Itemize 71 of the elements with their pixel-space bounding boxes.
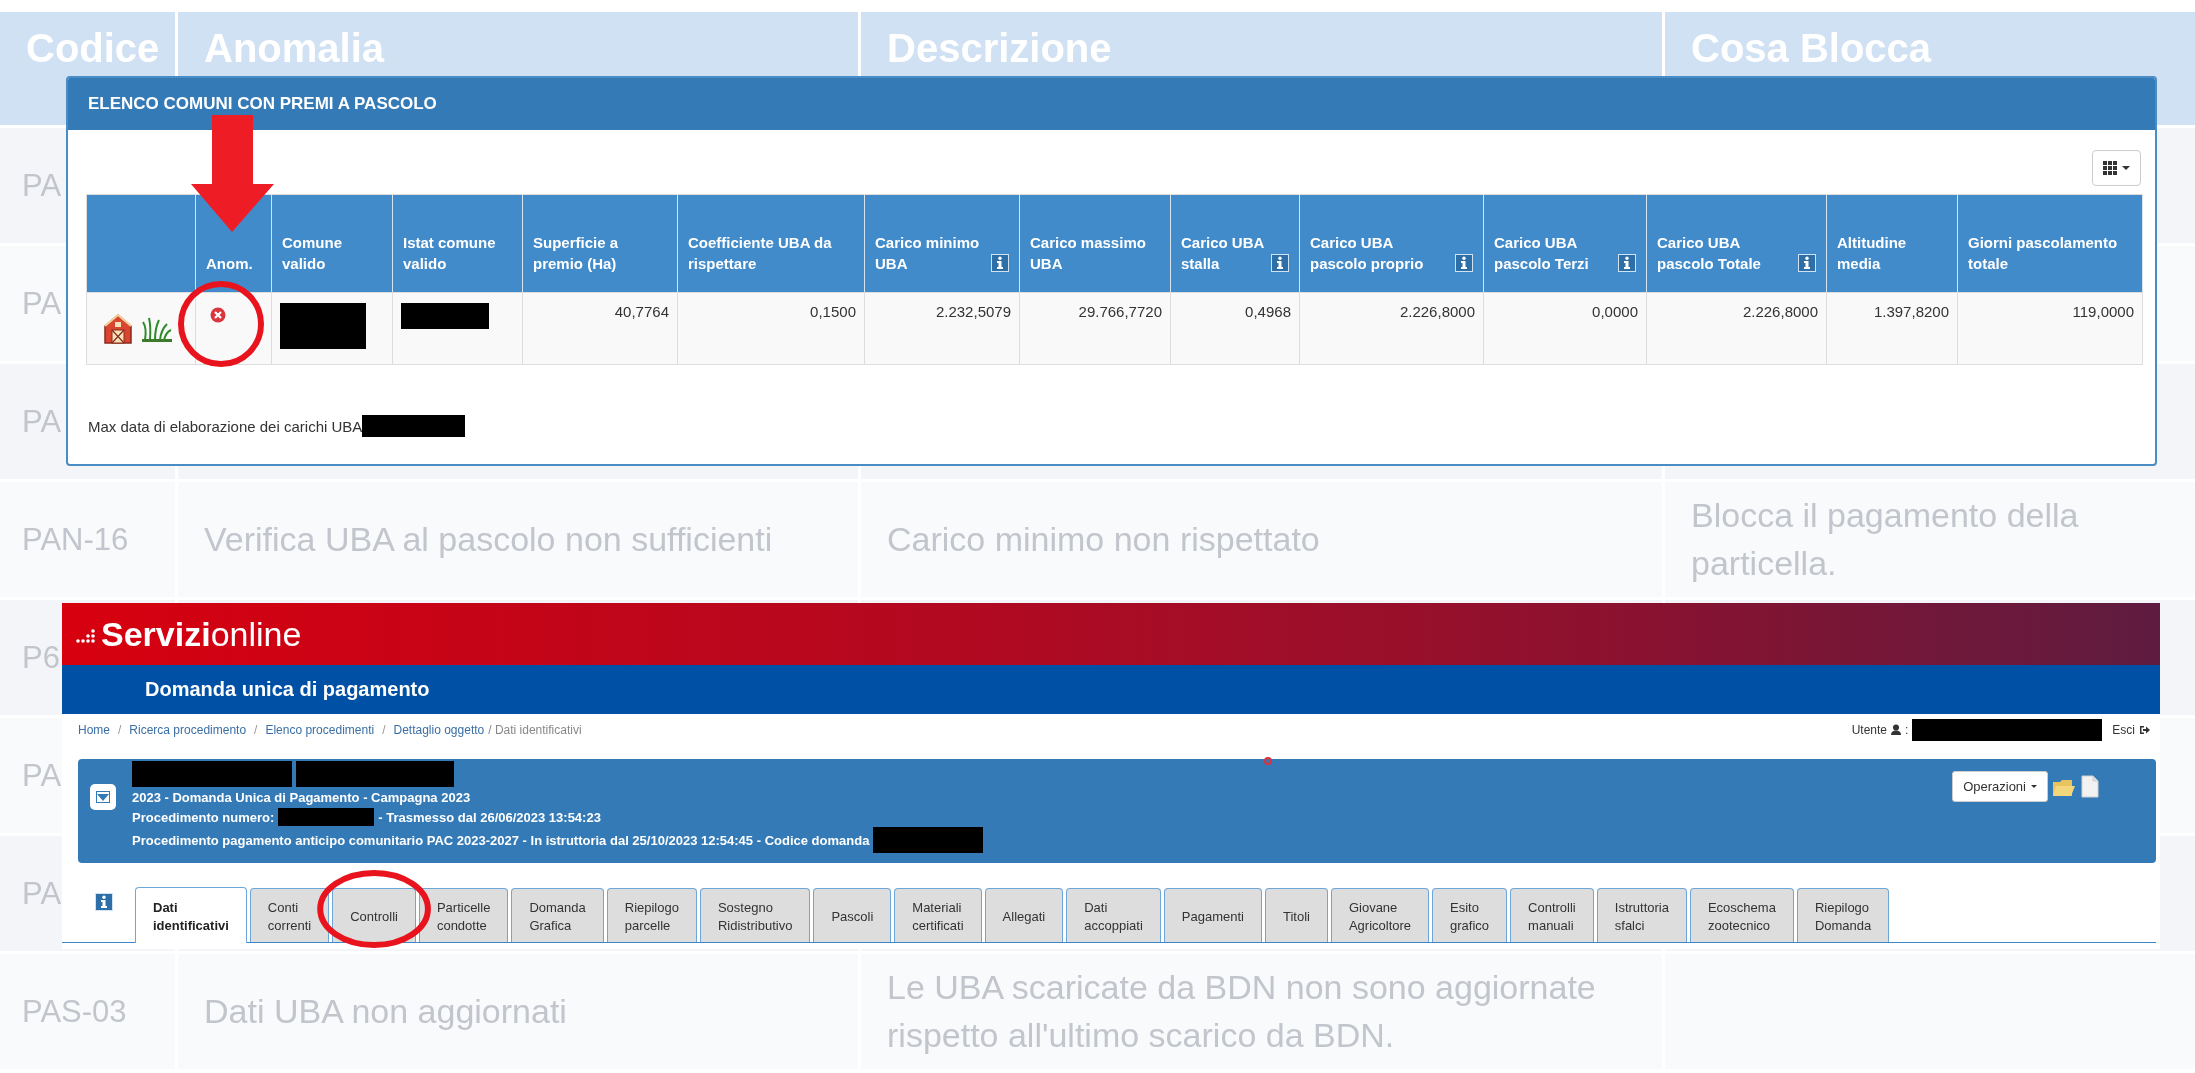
breadcrumb-link[interactable]: Home xyxy=(78,722,110,737)
column-header: Altitudine media xyxy=(1837,233,1908,274)
column-header: Istat comune valido xyxy=(403,233,497,274)
info-icon[interactable] xyxy=(95,893,113,911)
grid-icon xyxy=(2103,161,2117,175)
column-header: Anom. xyxy=(206,254,253,274)
record-info-text: - Trasmesso dal 26/06/2023 13:54:23 xyxy=(378,809,601,825)
tab[interactable]: Riepilogo parcelle xyxy=(606,888,697,942)
columns-toggle-button[interactable] xyxy=(2092,150,2141,186)
tab[interactable]: Domanda Grafica xyxy=(511,888,604,942)
user-separator: : xyxy=(1905,722,1909,737)
column-header: Comune valido xyxy=(282,233,343,274)
tab[interactable]: Controlli manuali xyxy=(1510,888,1594,942)
column-header: Carico massimo UBA xyxy=(1030,233,1147,274)
user-label: Utente xyxy=(1851,722,1887,737)
breadcrumb-link[interactable]: Dettaglio oggetto xyxy=(393,722,485,737)
table-cell: 0,0000 xyxy=(1484,292,1647,364)
collapse-button[interactable] xyxy=(90,784,116,810)
breadcrumb-link[interactable]: Elenco procedimenti xyxy=(265,722,375,737)
info-icon[interactable] xyxy=(991,254,1009,272)
operations-button[interactable]: Operazioni xyxy=(1952,771,2048,802)
tab[interactable]: Controlli xyxy=(332,888,416,942)
column-header: Carico UBA pascolo Terzi xyxy=(1494,233,1590,274)
logout-link[interactable]: Esci xyxy=(2112,722,2135,737)
tab[interactable]: Pascoli xyxy=(813,888,892,942)
info-icon[interactable] xyxy=(1618,254,1636,272)
column-header: Carico UBA stalla xyxy=(1181,233,1265,274)
column-header: Giorni pascolamento totale xyxy=(1968,233,2119,274)
tab[interactable]: Conti correnti xyxy=(249,888,330,942)
table-cell: 29.766,7720 xyxy=(1020,292,1171,364)
barn-icon[interactable] xyxy=(103,312,133,345)
error-icon[interactable] xyxy=(210,307,226,323)
tab[interactable]: Ecoschema zootecnico xyxy=(1689,888,1794,942)
table-cell: 1.397,8200 xyxy=(1827,292,1958,364)
breadcrumb-current: / Dati identificativi xyxy=(488,722,582,737)
column-header: Carico minimo UBA xyxy=(875,233,981,274)
tab[interactable]: Giovane Agricoltore xyxy=(1330,888,1430,942)
caret-icon xyxy=(96,791,110,803)
user-icon xyxy=(1891,724,1901,735)
table-cell: 0,4968 xyxy=(1171,292,1300,364)
info-icon[interactable] xyxy=(1271,254,1289,272)
column-header: Coefficiente UBA da rispettare xyxy=(688,233,833,274)
tab[interactable]: Istruttoria sfalci xyxy=(1596,888,1687,942)
tab[interactable]: Riepilogo Domanda xyxy=(1796,888,1890,942)
tab[interactable]: Materiali certificati xyxy=(894,888,982,942)
breadcrumb-separator: / xyxy=(254,722,258,737)
column-header: Carico UBA pascolo proprio xyxy=(1310,233,1425,274)
tab[interactable]: Esito grafico xyxy=(1432,888,1508,942)
table-cell: 0,1500 xyxy=(678,292,865,364)
tab[interactable]: Titoli xyxy=(1264,888,1328,942)
info-icon[interactable] xyxy=(1455,254,1473,272)
table-cell: 40,7764 xyxy=(523,292,678,364)
tab[interactable]: Dati accoppiati xyxy=(1066,888,1161,942)
tab[interactable]: Pagamenti xyxy=(1163,888,1262,942)
column-header: Carico UBA pascolo Totale xyxy=(1657,233,1762,274)
document-icon[interactable] xyxy=(2080,774,2100,799)
table-cell: 2.226,8000 xyxy=(1300,292,1484,364)
table-cell: 119,0000 xyxy=(1958,292,2143,364)
tab[interactable]: Dati identificativi xyxy=(135,887,247,943)
tab[interactable]: Allegati xyxy=(984,888,1064,942)
tab[interactable]: Particelle condotte xyxy=(418,888,509,942)
caret-icon xyxy=(2122,166,2130,170)
dot-icon xyxy=(1264,757,1272,765)
info-icon[interactable] xyxy=(1798,254,1816,272)
tab[interactable]: Sostegno Ridistributivo xyxy=(699,888,811,942)
column-header: Superficie a premio (Ha) xyxy=(533,233,620,274)
table-cell: 2.226,8000 xyxy=(1647,292,1827,364)
breadcrumb-separator: / xyxy=(118,722,122,737)
breadcrumb-separator: / xyxy=(382,722,386,737)
table-cell: 2.232,5079 xyxy=(865,292,1020,364)
logout-icon[interactable] xyxy=(2139,723,2150,736)
